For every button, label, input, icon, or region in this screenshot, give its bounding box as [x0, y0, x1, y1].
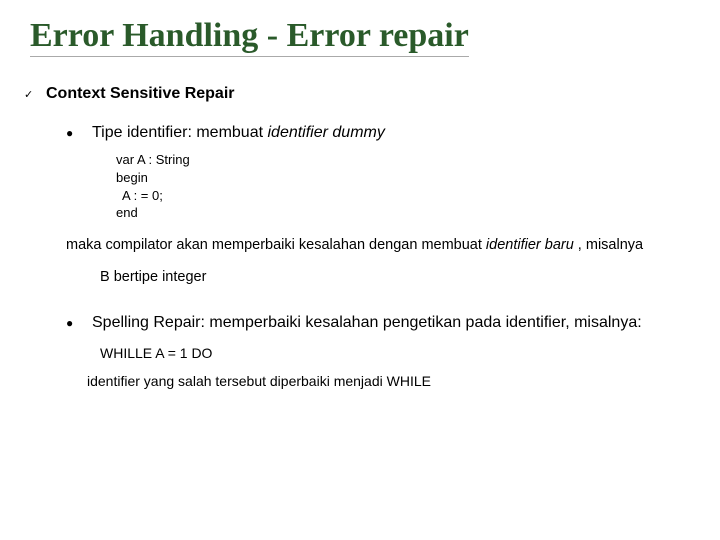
item1-lead: Tipe identifier: membuat [92, 124, 267, 141]
code-line-1: var A : String [116, 151, 698, 169]
item2-example: WHILLE A = 1 DO [100, 345, 698, 361]
slide-body: ✓ Context Sensitive Repair ● Tipe identi… [22, 85, 698, 390]
item1-paragraph2: B bertipe integer [100, 269, 698, 285]
title-block: Error Handling - Error repair [30, 18, 698, 57]
code-line-2: begin [116, 169, 698, 187]
check-icon: ✓ [24, 88, 46, 101]
item1-paragraph: maka compilator akan memperbaiki kesalah… [66, 236, 698, 255]
para-a: maka compilator akan memperbaiki kesalah… [66, 237, 486, 253]
bullet-icon: ● [66, 123, 92, 143]
slide: Error Handling - Error repair ✓ Context … [0, 0, 720, 540]
item2-text: Spelling Repair: memperbaiki kesalahan p… [92, 313, 642, 334]
para-b: , misalnya [574, 237, 643, 253]
slide-title: Error Handling - Error repair [30, 18, 469, 57]
bullet-level2-item2: ● Spelling Repair: memperbaiki kesalahan… [66, 313, 698, 334]
bullet-level2-item1: ● Tipe identifier: membuat identifier du… [66, 123, 698, 144]
item1-italic: identifier dummy [267, 124, 384, 141]
bullet-icon: ● [66, 313, 92, 333]
code-block: var A : String begin A : = 0; end [116, 151, 698, 221]
para-italic: identifier baru [486, 237, 574, 253]
item2-conclusion: identifier yang salah tersebut diperbaik… [87, 373, 698, 389]
lvl1-text: Context Sensitive Repair [46, 85, 235, 103]
code-line-4: end [116, 204, 698, 222]
bullet-level1: ✓ Context Sensitive Repair [24, 85, 698, 103]
code-line-3: A : = 0; [116, 187, 698, 205]
item1-text: Tipe identifier: membuat identifier dumm… [92, 123, 385, 144]
